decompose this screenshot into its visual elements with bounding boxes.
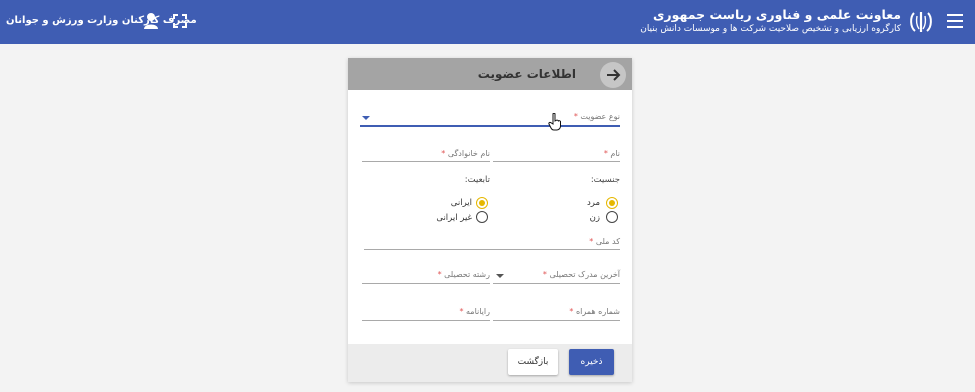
emblem-logo <box>910 12 932 32</box>
nationality-iranian-radio[interactable] <box>476 197 488 209</box>
top-app-bar: معاونت علمی و فناوری ریاست جمهوری کارگرو… <box>0 0 975 44</box>
nationality-foreign-label: غیر ایرانی <box>436 213 472 223</box>
save-button[interactable]: ذخیره <box>569 349 614 375</box>
chevron-down-icon <box>496 274 504 278</box>
first-name-underline <box>493 161 620 162</box>
chevron-down-icon <box>362 116 370 120</box>
national-code-underline <box>364 249 620 250</box>
membership-form-card: اطلاعات عضویت نوع عضویت * نام * نام خانو… <box>348 58 632 382</box>
field-of-study-underline <box>362 283 490 284</box>
nationality-label: تابعیت: <box>464 175 490 185</box>
gender-female-radio[interactable] <box>606 211 618 223</box>
card-title: اطلاعات عضویت <box>477 67 576 81</box>
mobile-label: شماره همراه * <box>569 307 620 316</box>
gender-male-radio[interactable] <box>606 197 618 209</box>
first-name-label: نام * <box>603 149 620 158</box>
back-arrow-button[interactable] <box>600 62 626 88</box>
nationality-foreign-radio[interactable] <box>476 211 488 223</box>
national-code-label: کد ملی * <box>589 237 620 246</box>
gender-male-label: مرد <box>586 198 600 208</box>
last-name-underline <box>362 161 490 162</box>
menu-icon[interactable] <box>947 14 963 28</box>
card-header: اطلاعات عضویت <box>348 58 632 90</box>
user-name[interactable]: مصرف کارکنان وزارت ورزش و جوانان <box>6 15 197 26</box>
email-label: رایانامه * <box>459 307 490 316</box>
nationality-iranian-label: ایرانی <box>450 198 472 208</box>
arrow-right-icon <box>607 69 621 81</box>
education-degree-underline <box>493 283 620 284</box>
education-degree-label: آخرین مدرک تحصیلی * <box>542 270 620 279</box>
gender-female-label: زن <box>589 213 600 223</box>
app-title: معاونت علمی و فناوری ریاست جمهوری <box>652 7 901 22</box>
back-button[interactable]: بازگشت <box>508 349 558 375</box>
hand-cursor-icon <box>548 113 561 131</box>
gender-label: جنسیت: <box>590 175 620 185</box>
app-subtitle: کارگروه ارزیابی و تشخیص صلاحیت شرکت ها و… <box>640 24 901 34</box>
last-name-label: نام خانوادگی * <box>441 149 490 158</box>
membership-type-label: نوع عضویت * <box>573 112 620 121</box>
email-underline <box>362 320 490 321</box>
field-of-study-label: رشته تحصیلی * <box>437 270 490 279</box>
mobile-underline <box>493 320 620 321</box>
membership-type-underline <box>360 125 620 127</box>
